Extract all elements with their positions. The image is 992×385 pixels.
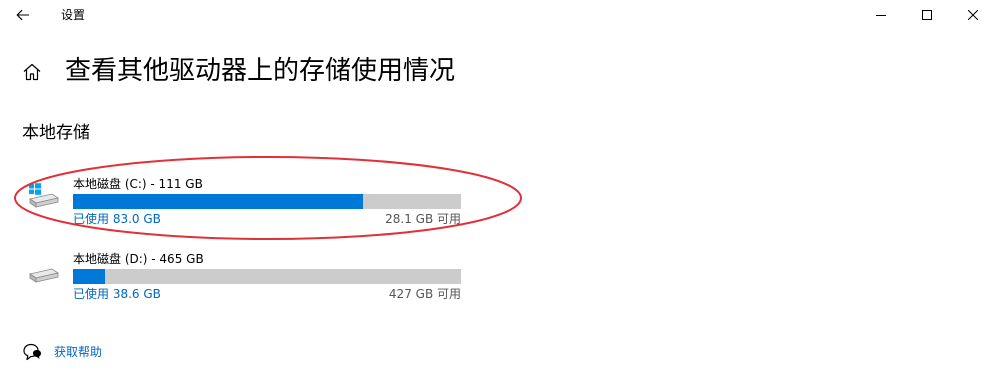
get-help-label: 获取帮助 <box>54 345 103 359</box>
help-chat-icon <box>23 343 41 361</box>
free-space-d: 427 GB 可用 <box>388 287 461 301</box>
system-drive-icon <box>29 183 59 208</box>
section-title-local-storage: 本地存储 <box>22 123 90 143</box>
app-title: 设置 <box>61 8 86 22</box>
usage-bar-fill-c <box>73 194 364 209</box>
page-title: 查看其他驱动器上的存储使用情况 <box>65 56 456 86</box>
home-icon <box>23 63 41 81</box>
used-space-c: 已使用 83.0 GB <box>73 212 161 226</box>
minimize-button[interactable] <box>858 0 904 30</box>
usage-bar-fill-d <box>73 269 106 284</box>
back-button[interactable] <box>6 0 40 30</box>
close-button[interactable] <box>950 0 992 30</box>
close-icon <box>968 10 978 20</box>
used-space-d: 已使用 38.6 GB <box>73 287 161 301</box>
drive-item-d[interactable]: 本地磁盘 (D:) - 465 GB 已使用 38.6 GB 427 GB 可用 <box>20 249 480 305</box>
usage-bar-d <box>73 269 461 284</box>
minimize-icon <box>876 15 886 16</box>
maximize-icon <box>922 10 932 20</box>
maximize-button[interactable] <box>904 0 950 30</box>
get-help-link[interactable]: 获取帮助 <box>22 342 102 362</box>
settings-window: 设置 查看其他驱动器上的存储使用情况 本地存储 本地磁盘 (C:) - 111 … <box>0 0 992 385</box>
free-space-c: 28.1 GB 可用 <box>385 212 461 226</box>
back-arrow-icon <box>16 9 29 21</box>
home-button[interactable] <box>22 62 42 82</box>
drive-name-d: 本地磁盘 (D:) - 465 GB <box>73 252 204 266</box>
drive-item-c[interactable]: 本地磁盘 (C:) - 111 GB 已使用 83.0 GB 28.1 GB 可… <box>20 174 480 230</box>
drive-name-c: 本地磁盘 (C:) - 111 GB <box>73 177 203 191</box>
title-bar: 设置 <box>0 0 992 30</box>
drive-icon <box>29 268 59 283</box>
usage-bar-c <box>73 194 461 209</box>
